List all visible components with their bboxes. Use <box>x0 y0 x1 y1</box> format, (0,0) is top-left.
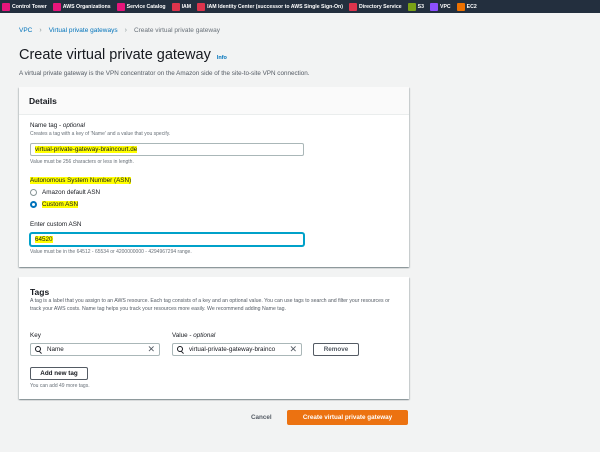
favorite-item[interactable]: EC2 <box>456 2 477 11</box>
name-tag-input[interactable]: virtual-private-gateway-braincourt.de <box>30 143 304 156</box>
radio-label: Custom ASN <box>42 201 79 208</box>
radio-label: Amazon default ASN <box>42 189 101 196</box>
search-icon <box>35 346 42 353</box>
tag-value-label: Value - optional <box>172 332 216 339</box>
tag-key-label: Key <box>30 332 41 339</box>
search-icon <box>177 346 184 353</box>
remove-tag-button[interactable]: Remove <box>313 343 359 356</box>
custom-asn-value: 64520 <box>35 236 53 243</box>
add-new-tag-button[interactable]: Add new tag <box>30 367 88 380</box>
chevron-right-icon: › <box>39 27 42 34</box>
details-header: Details <box>19 87 409 115</box>
favorite-label: VPC <box>440 3 451 10</box>
custom-asn-input[interactable]: 64520 <box>30 233 304 246</box>
name-tag-value: virtual-private-gateway-braincourt.de <box>35 146 138 153</box>
favorite-label: S3 <box>417 3 424 10</box>
breadcrumb-current: Create virtual private gateway <box>133 27 220 34</box>
tag-value-value: virtual-private-gateway-brainco <box>189 346 276 353</box>
info-link[interactable]: Info <box>217 55 227 61</box>
radio-selected-icon <box>30 201 37 208</box>
chevron-right-icon: › <box>124 27 127 34</box>
favorite-item[interactable]: S3 <box>407 2 424 11</box>
breadcrumb: VPC › Virtual private gateways › Create … <box>19 27 220 34</box>
page-title: Create virtual private gateway <box>19 47 211 63</box>
favorite-item[interactable]: IAM <box>171 2 192 11</box>
service-catalog-icon <box>116 2 125 11</box>
favorite-label: AWS Organizations <box>62 3 111 10</box>
favorite-label: IAM <box>181 3 192 10</box>
cancel-button[interactable]: Cancel <box>251 414 272 421</box>
favorite-item[interactable]: IAM Identity Center (successor to AWS Si… <box>197 2 343 11</box>
favorite-label: IAM Identity Center (successor to AWS Si… <box>207 3 343 10</box>
tag-key-input[interactable]: Name ✕ <box>30 343 160 356</box>
favorite-label: Control Tower <box>12 3 47 10</box>
favorite-item[interactable]: AWS Organizations <box>52 2 111 11</box>
favorite-label: Service Catalog <box>126 3 166 10</box>
favorite-item[interactable]: Control Tower <box>2 2 47 11</box>
radio-amazon-default-asn[interactable]: Amazon default ASN <box>30 189 100 196</box>
tag-key-value: Name <box>47 346 64 353</box>
tags-panel: Tags A tag is a label that you assign to… <box>19 277 409 399</box>
favorite-item[interactable]: Directory Service <box>348 2 402 11</box>
favorite-label: EC2 <box>466 3 477 10</box>
custom-asn-label: Enter custom ASN <box>30 221 82 228</box>
tags-description: A tag is a label that you assign to an A… <box>30 298 390 312</box>
asn-label: Autonomous System Number (ASN) <box>30 177 132 184</box>
clear-icon[interactable]: ✕ <box>147 345 155 354</box>
s3-icon <box>407 2 416 11</box>
tag-value-input[interactable]: virtual-private-gateway-brainco ✕ <box>172 343 302 356</box>
tags-header: Tags <box>30 287 50 297</box>
identity-center-icon <box>197 2 206 11</box>
radio-custom-asn[interactable]: Custom ASN <box>30 201 79 208</box>
create-virtual-private-gateway-button[interactable]: Create virtual private gateway <box>287 410 408 425</box>
favorite-label: Directory Service <box>358 3 402 10</box>
vpc-icon <box>430 2 438 11</box>
page-title-row: Create virtual private gateway Info <box>19 47 227 63</box>
tags-remaining: You can add 49 more tags. <box>30 383 90 389</box>
name-tag-label: Name tag - optional <box>30 122 85 129</box>
name-tag-constraint: Value must be 256 characters or less in … <box>30 159 134 165</box>
favorites-bar: Control Tower AWS Organizations Service Ca… <box>0 0 600 13</box>
organizations-icon <box>52 2 61 11</box>
ec2-icon <box>456 2 465 11</box>
details-panel: Details Name tag - optional Creates a ta… <box>19 87 409 267</box>
name-tag-hint: Creates a tag with a key of 'Name' and a… <box>30 131 171 137</box>
iam-icon <box>171 2 180 11</box>
clear-icon[interactable]: ✕ <box>289 345 297 354</box>
control-tower-icon <box>2 2 10 11</box>
custom-asn-constraint: Value must be in the 64512 - 65534 or 42… <box>30 249 192 255</box>
radio-icon <box>30 189 37 196</box>
directory-service-icon <box>348 2 357 11</box>
favorite-item[interactable]: Service Catalog <box>116 2 166 11</box>
page-description: A virtual private gateway is the VPN con… <box>19 70 310 77</box>
breadcrumb-virtual-private-gateways[interactable]: Virtual private gateways <box>49 27 118 34</box>
breadcrumb-vpc[interactable]: VPC <box>19 27 32 34</box>
favorite-item[interactable]: VPC <box>430 2 451 11</box>
